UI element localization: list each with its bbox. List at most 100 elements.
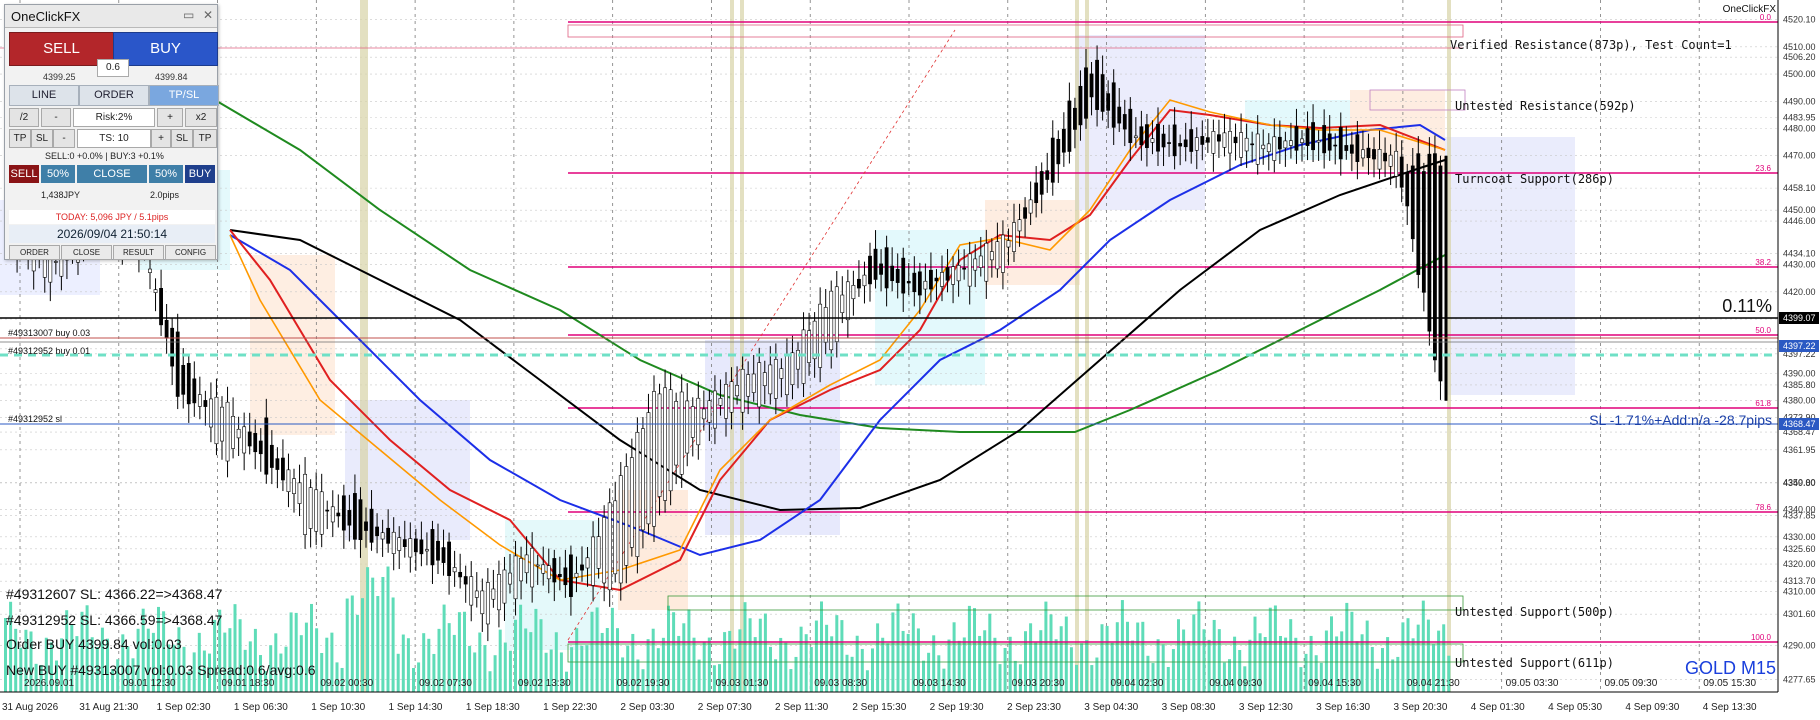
close-icon[interactable]: ✕ [203, 8, 213, 22]
candle-body [923, 280, 928, 290]
candle-body [209, 398, 213, 428]
volume-bar [702, 641, 706, 692]
candle-body [1211, 131, 1216, 154]
tab-tp-sl[interactable]: TP/SL [149, 85, 219, 106]
sl-button-right[interactable]: SL [171, 129, 193, 148]
increase-risk-button[interactable]: + [157, 108, 183, 127]
time-tick-top: 09.04 15:30 [1308, 678, 1361, 689]
price-tick: 4330.00 [1783, 532, 1816, 542]
tp-button[interactable]: TP [9, 129, 31, 148]
ts-plus-button[interactable]: + [151, 129, 171, 148]
fib-label: 78.6 [1755, 503, 1771, 512]
close-all-button[interactable]: CLOSE [77, 165, 147, 183]
candle-body [375, 526, 379, 537]
candle-body [1266, 143, 1271, 153]
candle-body [845, 281, 850, 321]
config-button[interactable]: CONFIG [165, 245, 216, 260]
candle-body [1355, 134, 1360, 162]
time-tick-bottom: 3 Sep 12:30 [1239, 702, 1293, 713]
trailing-stop-field[interactable]: TS: 10 [77, 129, 151, 148]
candle-body [1172, 124, 1177, 157]
minimize-icon[interactable]: ▭ [183, 8, 194, 22]
time-tick-bottom: 4 Sep 05:30 [1548, 702, 1602, 713]
sell-close-button[interactable]: SELL [9, 165, 39, 183]
candle-body [1394, 150, 1399, 177]
candle-body [1139, 126, 1144, 146]
candle-body [569, 554, 573, 597]
sl-button[interactable]: SL [31, 129, 53, 148]
close-half-sell-button[interactable]: 50% [41, 165, 75, 183]
volume-bar [1370, 646, 1374, 692]
decrease-risk-button[interactable]: - [41, 108, 71, 127]
close-history-button[interactable]: CLOSE [61, 245, 112, 260]
candle-body [857, 278, 861, 289]
close-half-buy-button[interactable]: 50% [149, 165, 183, 183]
candle-body [685, 400, 690, 454]
candle-body [53, 261, 58, 263]
volume-bar [1284, 637, 1288, 692]
price-tick: 4470.00 [1783, 151, 1816, 161]
candle-body [1106, 93, 1111, 111]
candle-body [679, 391, 684, 475]
candle-body [956, 265, 961, 282]
order-history-button[interactable]: ORDER [9, 245, 60, 260]
time-tick-top: 09.03 01:30 [715, 678, 768, 689]
volume-bar [692, 637, 696, 692]
price-tick: 4390.00 [1783, 369, 1816, 379]
candle-body [906, 281, 911, 284]
untested-support-label: Untested Support(611p) [1455, 656, 1614, 670]
price-tick: 4310.00 [1783, 586, 1816, 596]
candle-body [364, 521, 368, 531]
candle-body [1388, 154, 1393, 167]
tab-line[interactable]: LINE [9, 85, 79, 106]
volume-bar [498, 629, 502, 692]
price-tick: 4301.60 [1783, 609, 1816, 619]
candle-body [1311, 122, 1315, 151]
price-tick: 4510.00 [1783, 42, 1816, 52]
candle-body [901, 257, 906, 294]
candle-body [319, 491, 324, 535]
order-line-label[interactable]: #49313007 buy 0.03 [8, 328, 90, 338]
volume-bar [1075, 664, 1078, 692]
buy-close-button[interactable]: BUY [185, 165, 215, 183]
volume-bar [1304, 653, 1308, 692]
price-tick: 4313.70 [1783, 576, 1816, 586]
candle-body [790, 352, 795, 385]
candle-body [762, 372, 767, 387]
volume-bar [1080, 643, 1084, 692]
volume-bar [376, 596, 380, 692]
price-tick: 4277.65 [1783, 674, 1816, 684]
tp-button-right[interactable]: TP [193, 129, 217, 148]
volume-bar [412, 668, 415, 692]
bid-price: 4399.25 [43, 72, 76, 82]
volume-bar [310, 603, 313, 692]
candle-body [1294, 126, 1299, 151]
result-button[interactable]: RESULT [113, 245, 164, 260]
order-line-label[interactable]: #49312952 buy 0.01 [8, 346, 90, 356]
time-tick-top: 09.03 08:30 [814, 678, 867, 689]
price-tick: 4458.10 [1783, 183, 1816, 193]
candle-body [1111, 82, 1116, 128]
ts-minus-button[interactable]: - [53, 129, 75, 148]
volume-bar [1294, 637, 1298, 692]
candle-body [984, 242, 989, 282]
candle-body [851, 285, 856, 300]
time-tick-top: 09.01 12:30 [123, 678, 176, 689]
fib-label: 38.2 [1755, 258, 1771, 267]
double-lot-button[interactable]: x2 [185, 108, 217, 127]
risk-field[interactable]: Risk:2% [73, 108, 155, 127]
candle-body [1056, 138, 1061, 165]
tab-order[interactable]: ORDER [79, 85, 149, 106]
candle-body [1205, 137, 1210, 143]
halve-lot-button[interactable]: /2 [9, 108, 39, 127]
order-line-label[interactable]: #49312952 sl [8, 414, 62, 424]
panel-titlebar[interactable]: OneClickFX ▭ ✕ [5, 5, 217, 28]
time-tick-bottom: 2 Sep 11:30 [775, 702, 829, 713]
volume-bar [493, 655, 497, 692]
candle-body [297, 482, 302, 504]
volume-bar [4, 618, 7, 692]
candle-body [148, 268, 152, 273]
candle-body [912, 272, 917, 293]
candle-body [618, 475, 623, 584]
candle-body [192, 378, 197, 404]
